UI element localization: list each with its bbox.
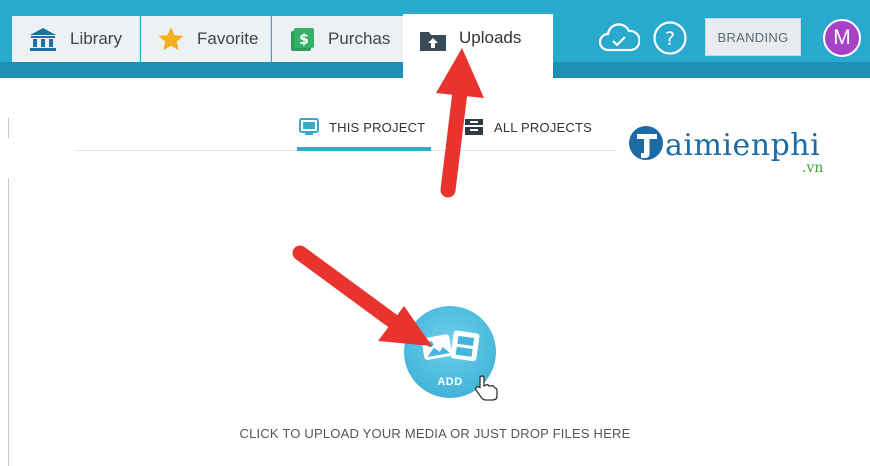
left-frame-tick: [8, 118, 9, 138]
user-avatar[interactable]: M: [823, 19, 861, 57]
monitor-icon: [299, 118, 319, 136]
svg-text:$: $: [299, 32, 309, 48]
folder-upload-icon: [419, 28, 447, 52]
money-icon: $: [288, 25, 316, 53]
media-files-icon: [421, 330, 480, 362]
tab-uploads-label: Uploads: [459, 28, 522, 47]
tab-uploads[interactable]: Uploads: [403, 14, 553, 78]
cloud-sync-icon[interactable]: [598, 22, 641, 61]
svg-text:?: ?: [665, 28, 675, 50]
star-icon: [157, 26, 185, 52]
watermark-logo: aimienphi .vn: [627, 118, 867, 178]
tab-library[interactable]: Library: [12, 16, 140, 62]
subtab-this-project[interactable]: THIS PROJECT: [299, 118, 425, 136]
tab-library-label: Library: [70, 29, 122, 48]
branding-button[interactable]: BRANDING: [705, 18, 801, 56]
subtab-all-projects-label: ALL PROJECTS: [494, 119, 593, 135]
watermark-tld: .vn: [802, 160, 824, 176]
tab-favorite-label: Favorite: [197, 29, 259, 48]
library-icon: [28, 26, 58, 52]
active-subtab-indicator: [297, 147, 431, 151]
archive-icon: [464, 118, 484, 136]
left-frame-line: [8, 178, 9, 466]
hand-cursor-icon: [472, 374, 500, 407]
tab-purchased-label: Purchas: [328, 29, 391, 48]
help-icon[interactable]: ?: [652, 20, 688, 61]
upload-instructions: CLICK TO UPLOAD YOUR MEDIA OR JUST DROP …: [239, 426, 631, 441]
subtab-this-project-label: THIS PROJECT: [329, 119, 426, 135]
tab-purchased[interactable]: $ Purchas: [272, 16, 404, 62]
watermark-brand: aimienphi: [665, 128, 821, 163]
watermark-initial-glyph: [629, 126, 663, 160]
tab-favorite[interactable]: Favorite: [141, 16, 271, 62]
subtab-all-projects[interactable]: ALL PROJECTS: [464, 118, 592, 136]
